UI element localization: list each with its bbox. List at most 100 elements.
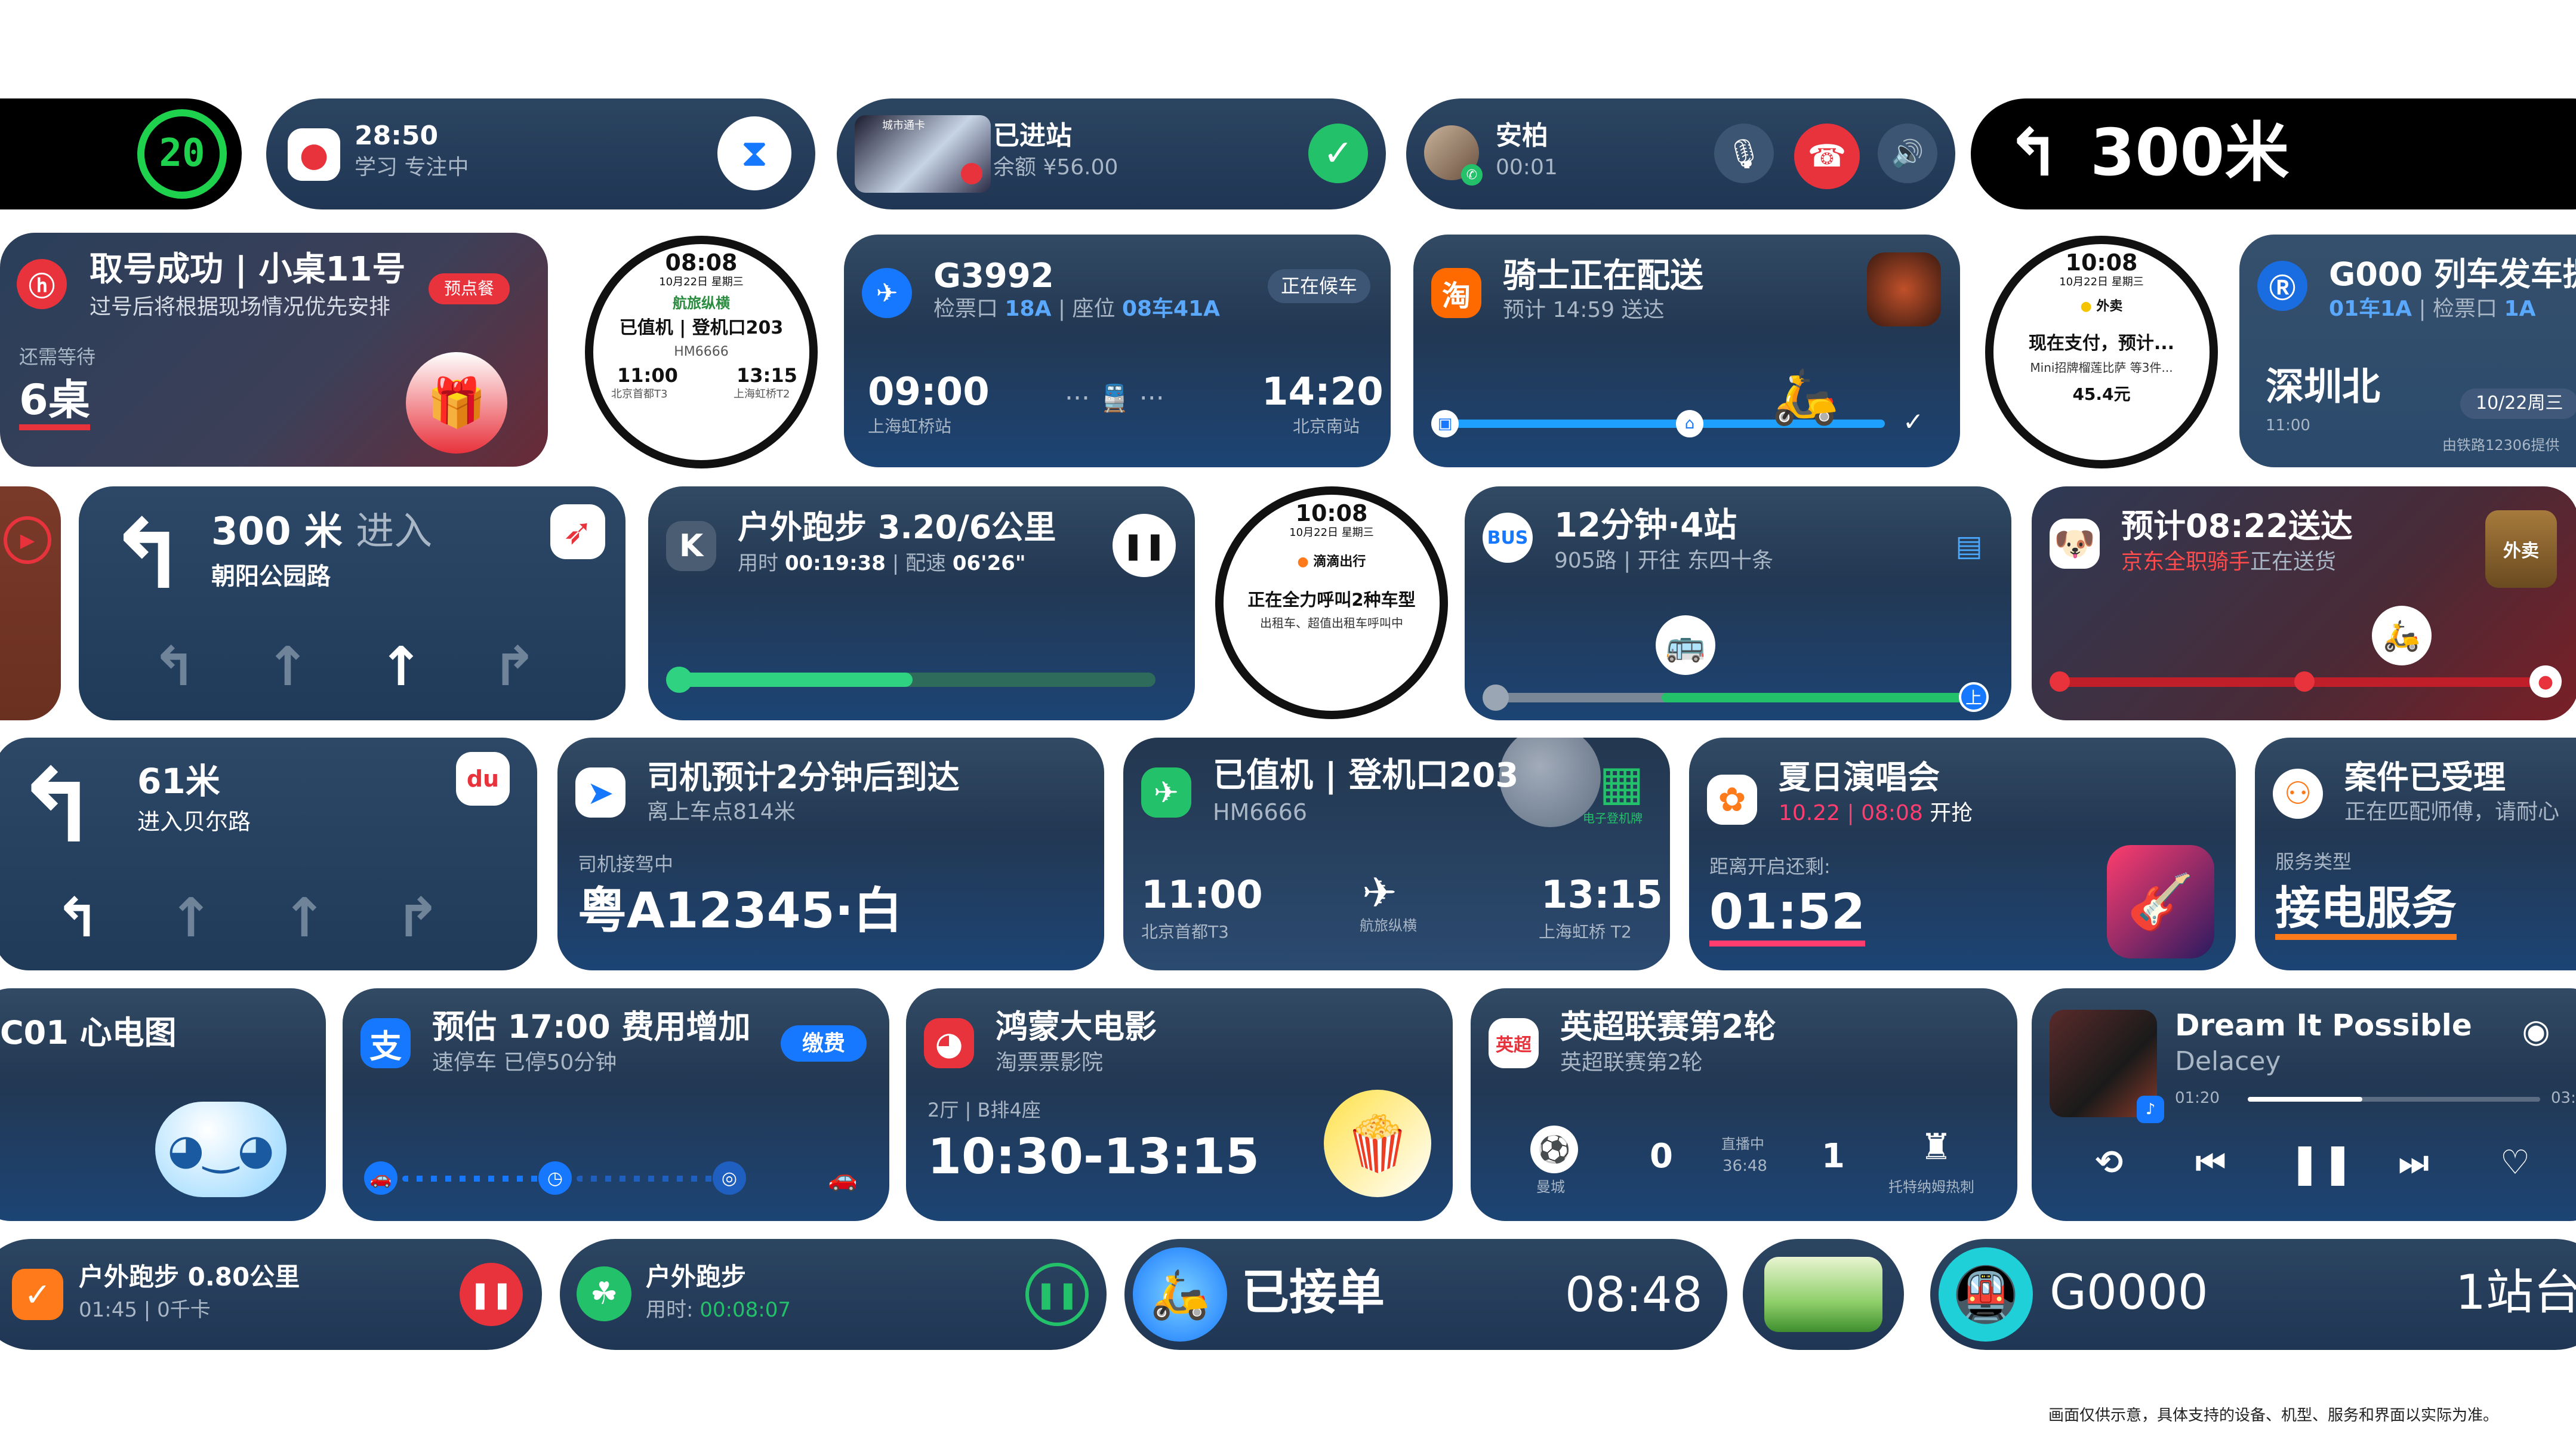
delivery-card[interactable]: 淘 骑士正在配送 预计 14:59 送达 ▣ ⌂ 🛵 ✓: [1413, 235, 1960, 467]
pay-button[interactable]: 缴费: [781, 1025, 867, 1062]
watch-time: 10:08: [1295, 500, 1368, 526]
focus-counter-capsule[interactable]: 20: [0, 98, 242, 209]
watch-takeout-card[interactable]: 10:08 10月22日 星期三 ● 外卖 现在支付，预计... Mini招牌榴…: [1985, 236, 2218, 468]
watch-flight-card[interactable]: 08:08 10月22日 星期三 航旅纵横 已值机 | 登机口203 HM666…: [585, 236, 818, 468]
speaker-icon[interactable]: 🔊: [1878, 124, 1937, 183]
done-check-icon: ✓: [1903, 407, 1924, 436]
song-current-time: 01:20: [2175, 1089, 2220, 1107]
watch-date: 10月22日 星期三: [659, 276, 744, 288]
boarding-pass-card[interactable]: ✈ 已值机 | 登机口203 HM6666 ▦ 电子登机牌 11:00 北京首都…: [1123, 738, 1670, 970]
concert-card[interactable]: ✿ 夏日演唱会 10.22 | 08:08 开抢 距离开启还剩: 01:52 🎸: [1689, 738, 2236, 970]
music-card[interactable]: ♪ Dream It Possible Delacey ◉ 01:20 03:2…: [2032, 988, 2576, 1221]
order-capsule[interactable]: 🛵 已接单 08:48: [1124, 1239, 1727, 1350]
movie-title: 鸿蒙大电影: [996, 1008, 1157, 1046]
metro-status: 已进站: [993, 121, 1072, 151]
turn-left-icon: ↰: [14, 748, 100, 866]
pre-order-button[interactable]: 预点餐: [429, 273, 510, 305]
concert-title: 夏日演唱会: [1779, 759, 1940, 796]
next-icon[interactable]: ⏭: [2390, 1143, 2438, 1183]
watch-taxi-title: 正在全力呼叫2种车型: [1247, 590, 1416, 610]
showtime: 10:30-13:15: [928, 1129, 1260, 1185]
nav-action: 进入: [356, 510, 433, 554]
countdown-label: 距离开启还剩:: [1709, 855, 1831, 878]
taxi-card[interactable]: ➤ 司机预计2分钟后到达 离上车点814米 司机接驾中 粤A12345·白: [557, 738, 1104, 970]
parking-card[interactable]: 支 预估 17:00 费用增加 速停车 已停50分钟 缴费 🚗 ◷ ◎ 🚗: [343, 988, 889, 1221]
pause-icon[interactable]: ❚❚: [2288, 1140, 2355, 1186]
delivery-eta: 预计 14:59 送达: [1503, 298, 1665, 322]
train-app-icon: ✈: [862, 268, 912, 318]
photo-capsule[interactable]: [1743, 1239, 1904, 1350]
microphone-icon[interactable]: 🎙: [1714, 124, 1774, 183]
football-card[interactable]: 英超 英超联赛第2轮 英超联赛第2轮 ⚽ 曼城 0 直播中 36:48 1 ♜ …: [1471, 988, 2017, 1221]
metro-capsule[interactable]: 城市通卡 已进站 余额 ¥56.00 ✓: [837, 98, 1386, 209]
bus-route-progress: [1662, 693, 1972, 702]
edge-media-card[interactable]: ▶: [0, 486, 61, 720]
call-capsule[interactable]: ✆ 安柏 00:01 🎙 ☎ 🔊: [1406, 98, 1955, 209]
railway-icon: Ⓡ: [2257, 261, 2307, 311]
match-title: 英超联赛第2轮: [1560, 1008, 1776, 1046]
tomato-icon: ●: [288, 128, 340, 181]
queue-card[interactable]: ⓗ 取号成功 | 小桌11号 过号后将根据现场情况优先安排 预点餐 还需等待 6…: [0, 233, 548, 467]
hourglass-icon[interactable]: ⧗: [717, 116, 791, 190]
pause-button[interactable]: ❚❚: [1025, 1263, 1089, 1326]
departure-station: 上海虹桥站: [868, 417, 952, 436]
song-progress-fill[interactable]: [2248, 1097, 2362, 1102]
qr-code-icon[interactable]: ▦: [1595, 755, 1648, 810]
song-total-time: 03:24: [2551, 1089, 2576, 1107]
movie-card[interactable]: ◕ 鸿蒙大电影 淘票票影院 2厅 | B排4座 10:30-13:15 🍿: [906, 988, 1453, 1221]
bus-start-dot: [1483, 685, 1509, 711]
nav-turn-card-2[interactable]: ↰ 61米 进入贝尔路 du ↰ ↑ ↑ ↱: [0, 738, 537, 970]
jd-delivery-card[interactable]: 🐶 预计08:22送达 京东全职骑手正在送货 外卖 🛵 ●: [2032, 486, 2576, 720]
watch-flight-title: 已值机 | 登机口203: [619, 317, 784, 338]
ecg-card[interactable]: C01 心电图 ◕‿◕: [0, 988, 326, 1221]
pause-button[interactable]: ❚❚: [460, 1263, 523, 1326]
ticket-app-icon: ◕: [924, 1018, 974, 1068]
focus-capsule[interactable]: ● 28:50 学习 专注中 ⧗: [266, 98, 815, 209]
gate-value: 1A: [2504, 297, 2536, 321]
cloud-mascot-image: ◕‿◕: [155, 1102, 286, 1197]
courier-icon: 🛵: [1133, 1247, 1227, 1342]
bus-card[interactable]: BUS 12分钟·4站 905路 | 开往 东四十条 ▤ 🚌 上: [1465, 486, 2011, 720]
call-duration: 00:01: [1496, 155, 1558, 180]
depart-time: 11:00: [2266, 417, 2310, 434]
run-capsule[interactable]: ✓ 户外跑步 0.80公里 01:45 | 0千卡 ❚❚: [0, 1239, 542, 1350]
watch-time: 08:08: [665, 249, 738, 276]
nav-turn-card[interactable]: ↰ 300 米 进入 朝阳公园路 ➶ ↰ ↑ ↑ ↱: [79, 486, 625, 720]
parking-duration: 速停车 已停50分钟: [432, 1050, 617, 1075]
compass-map-icon: ➶: [550, 504, 605, 559]
keep-app-icon: K: [666, 521, 716, 571]
parking-track-remaining: [577, 1176, 720, 1182]
favorite-icon[interactable]: ♡: [2491, 1143, 2539, 1182]
focus-subtitle: 学习 专注中: [355, 155, 469, 180]
concert-time: 10.22 | 08:08: [1779, 801, 1923, 825]
train-capsule[interactable]: 🚇 G0000 1站台: [1930, 1239, 2576, 1350]
arrival-time: 13:15: [1541, 873, 1663, 917]
train-depart-card[interactable]: Ⓡ G000 列车发车提 01车1A | 检票口 1A 深圳北 11:00 10…: [2239, 235, 2576, 467]
nav-distance: 300 米: [211, 510, 343, 554]
seat-info: 2厅 | B排4座: [928, 1099, 1041, 1121]
train-card[interactable]: ✈ G3992 检票口 18A | 座位 08车41A 正在候车 09:00 上…: [844, 235, 1391, 467]
run-start-dot: [666, 667, 692, 693]
hang-up-icon[interactable]: ☎: [1794, 124, 1860, 189]
focus-timer-ring: 20: [137, 109, 227, 199]
pause-button[interactable]: ❚❚: [1113, 514, 1176, 577]
license-plate: 粤A12345·白: [578, 883, 902, 939]
match-subtitle: 英超联赛第2轮: [1560, 1050, 1703, 1075]
run-progress-card[interactable]: K 户外跑步 3.20/6公里 用时 00:19:38 | 配速 06'26" …: [648, 486, 1195, 720]
queue-subtitle: 过号后将根据现场情况优先安排: [90, 295, 391, 319]
lane-right-icon: ↱: [395, 887, 440, 949]
gate-label: 检票口: [2433, 297, 2498, 321]
repeat-icon[interactable]: ⟲: [2085, 1143, 2133, 1182]
music-app-icon: ♪: [2137, 1096, 2164, 1123]
watch-taxi-card[interactable]: 10:08 10月22日 星期三 ● 滴滴出行 正在全力呼叫2种车型 出租车、超…: [1215, 486, 1448, 719]
home-team-name: 曼城: [1536, 1179, 1565, 1195]
order-status: 已接单: [1241, 1265, 1385, 1320]
previous-icon[interactable]: ⏮: [2187, 1143, 2235, 1183]
run-capsule-2[interactable]: ☘ 户外跑步 用时: 00:08:07 ❚❚: [560, 1239, 1107, 1350]
home-team-crest-icon: ⚽: [1530, 1126, 1578, 1173]
mascot-gift-image: 🎁: [406, 352, 507, 454]
away-score: 1: [1822, 1137, 1845, 1176]
cast-icon[interactable]: ◉: [2515, 1010, 2557, 1052]
nav-capsule[interactable]: ↰ 300米: [1971, 98, 2576, 209]
repair-case-card[interactable]: ⚇ 案件已受理 正在匹配师傅，请耐心 服务类型 接电服务: [2255, 738, 2576, 970]
